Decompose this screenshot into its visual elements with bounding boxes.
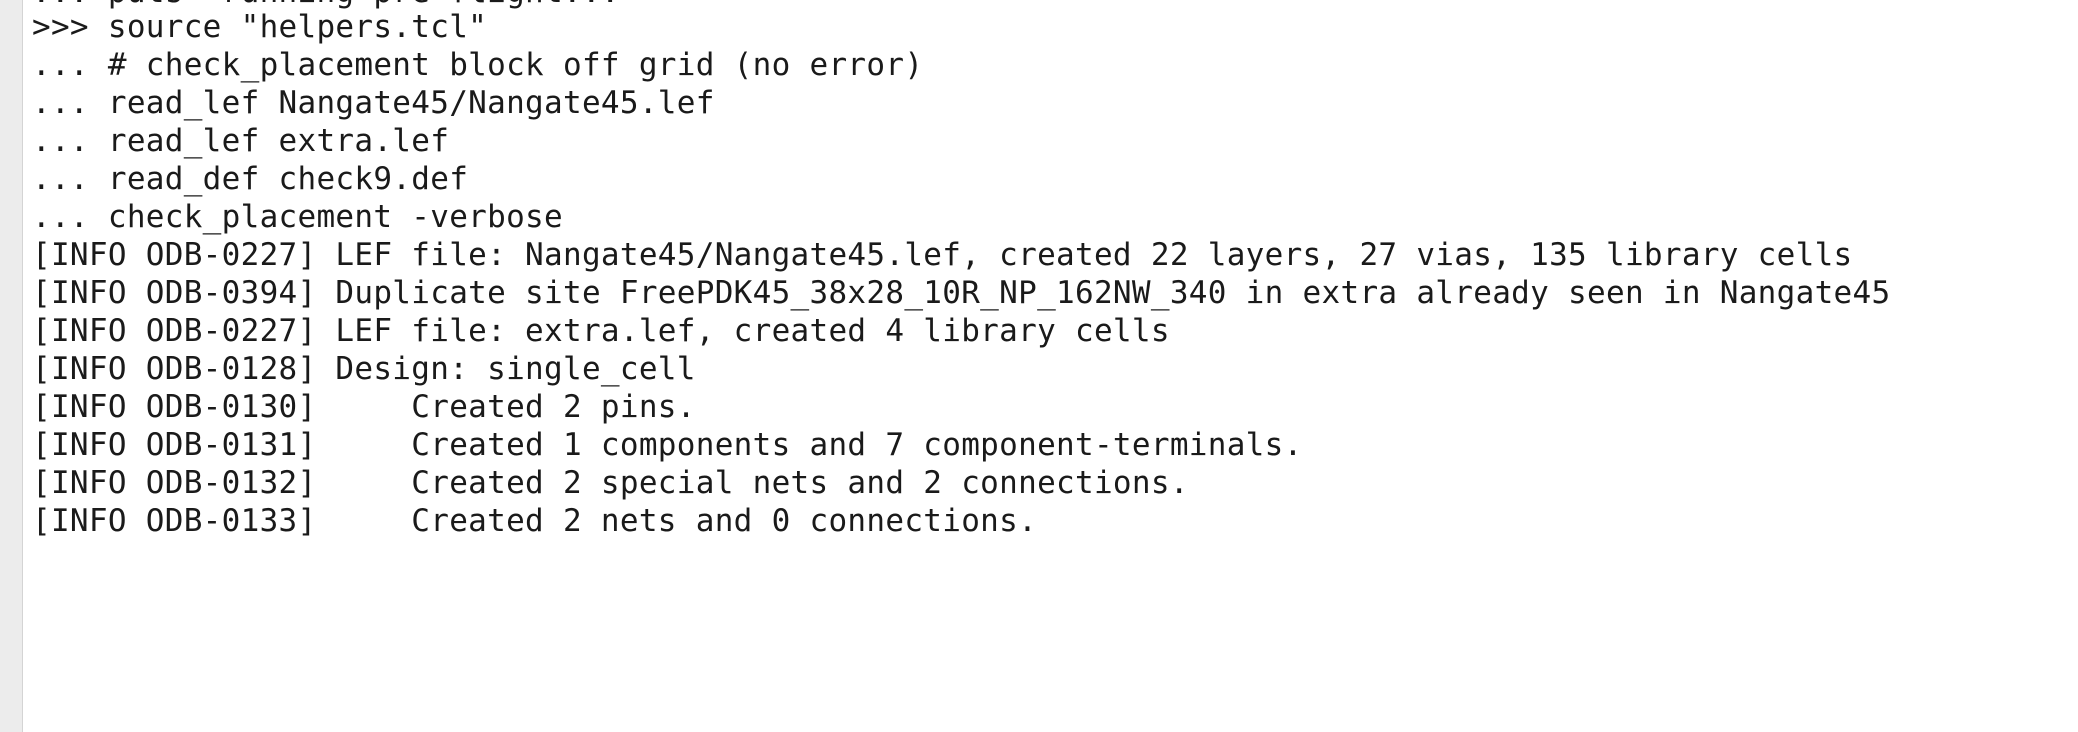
console-line: ... read_def check9.def: [32, 161, 469, 197]
console-line: [INFO ODB-0227] LEF file: Nangate45/Nang…: [32, 237, 1853, 273]
console-line: [INFO ODB-0128] Design: single_cell: [32, 351, 696, 387]
console-line: [INFO ODB-0227] LEF file: extra.lef, cre…: [32, 313, 1170, 349]
console-line: [INFO ODB-0130] Created 2 pins.: [32, 389, 696, 425]
console-line: [INFO ODB-0131] Created 1 components and…: [32, 427, 1303, 463]
console-line: ... read_lef extra.lef: [32, 123, 450, 159]
console-left-gutter: [0, 0, 23, 732]
console-line: ... # check_placement block off grid (no…: [32, 47, 924, 83]
console-line: [INFO ODB-0133] Created 2 nets and 0 con…: [32, 503, 1038, 539]
console-line: ... read_lef Nangate45/Nangate45.lef: [32, 85, 715, 121]
console-line: >>> source "helpers.tcl": [32, 9, 488, 45]
console-output[interactable]: ... puts "running pre-flight..." >>> sou…: [23, 0, 2078, 732]
console-line: [INFO ODB-0394] Duplicate site FreePDK45…: [32, 275, 1891, 311]
console-line: [INFO ODB-0132] Created 2 special nets a…: [32, 465, 1189, 501]
console-line: ... check_placement -verbose: [32, 199, 563, 235]
